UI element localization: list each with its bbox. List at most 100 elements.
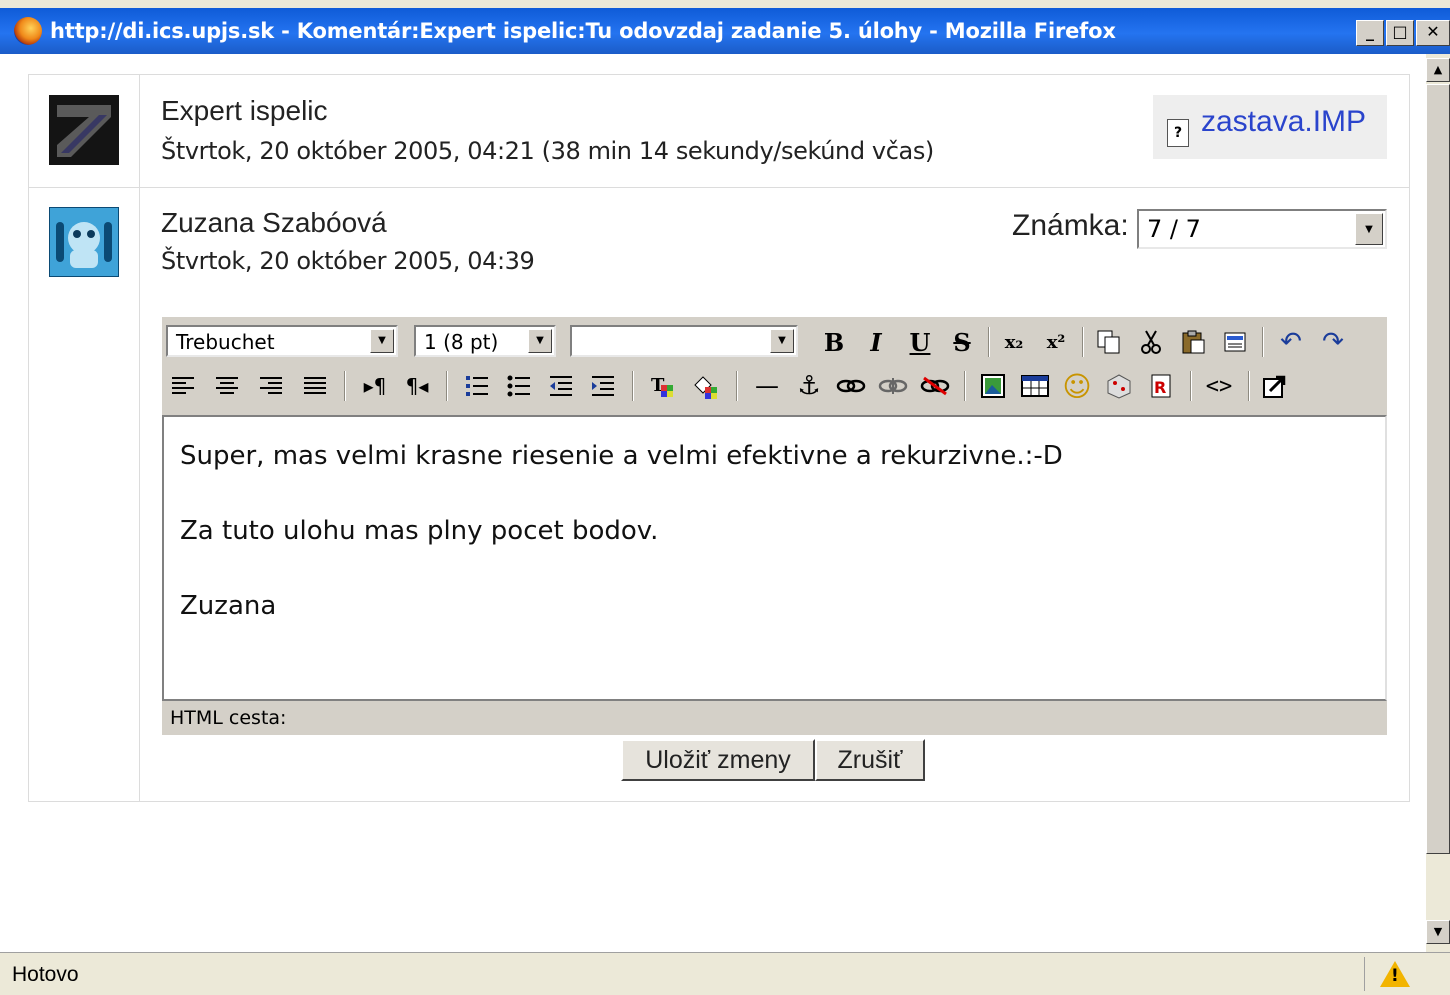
save-button[interactable]: Uložiť zmeny [621,739,815,781]
ltr-icon: ▸¶ [363,374,387,398]
avatar-expert-ispelic[interactable] [49,95,119,165]
text-color-icon: T [651,375,673,397]
redo-button[interactable]: ↷ [1316,325,1350,359]
grade-label: Známka: [1012,209,1129,242]
scrollbar-thumb[interactable] [1426,84,1450,854]
paste-button[interactable] [1176,325,1210,359]
align-center-button[interactable] [210,369,244,403]
align-left-button[interactable] [166,369,200,403]
bold-button[interactable]: B [817,325,851,359]
toolbar-separator [1262,327,1264,357]
unordered-list-button[interactable] [502,369,536,403]
html-source-button[interactable]: <> [1202,369,1236,403]
unknown-file-icon: ? [1167,119,1189,147]
text-color-button[interactable]: T [646,369,680,403]
minimize-button[interactable]: _ [1356,20,1384,46]
rtl-icon: ¶◂ [405,374,429,398]
editor-content-area[interactable]: Super, mas velmi krasne riesenie a velmi… [162,415,1387,701]
chevron-down-icon[interactable]: ▼ [770,329,794,353]
format-select[interactable]: ▼ [570,325,798,357]
nolink-button[interactable] [918,369,952,403]
fullscreen-button[interactable] [1258,369,1292,403]
post-author-name[interactable]: Expert ispelic [161,95,328,127]
search-replace-icon: R [1151,374,1171,398]
scroll-down-icon[interactable]: ▼ [1426,920,1450,944]
paint-bucket-icon [694,376,717,399]
toolbar-separator [1082,327,1084,357]
indent-icon [592,376,614,396]
grade-select[interactable]: 7 / 7 ▼ [1137,209,1387,249]
align-center-icon [216,377,238,394]
align-right-button[interactable] [254,369,288,403]
horizontal-rule-button[interactable]: — [750,369,784,403]
underline-button[interactable]: U [903,325,937,359]
paste-word-icon [1224,332,1246,352]
toolbar-separator [964,371,966,401]
html-path-bar: HTML cesta: [162,701,1387,735]
ordered-list-icon [466,376,488,396]
insert-table-button[interactable] [1018,369,1052,403]
font-select-value: Trebuchet [176,330,275,354]
undo-button[interactable]: ↶ [1274,325,1308,359]
strikethrough-button[interactable]: S [945,325,979,359]
bg-color-button[interactable] [688,369,722,403]
justify-icon [304,377,326,394]
insert-image-button[interactable] [976,369,1010,403]
table-icon [1021,375,1049,397]
justify-button[interactable] [298,369,332,403]
font-select[interactable]: Trebuchet ▼ [166,325,398,357]
attachment-link[interactable]: zastava.IMP [1201,105,1366,139]
size-select[interactable]: 1 (8 pt) ▼ [414,325,556,357]
indent-button[interactable] [586,369,620,403]
maximize-editor-icon [1263,375,1286,398]
comment-date: Štvrtok, 20 október 2005, 04:39 [161,247,535,275]
toolbar-separator [736,371,738,401]
toolbar-separator [632,371,634,401]
subscript-button[interactable]: x₂ [997,325,1031,359]
special-chars-button[interactable] [1102,369,1136,403]
avatar-column [29,75,140,801]
forum-post-table: Expert ispelic Štvrtok, 20 október 2005,… [28,74,1410,802]
attachment-box: ? zastava.IMP [1153,95,1387,159]
status-divider [1364,957,1365,991]
size-select-value: 1 (8 pt) [424,330,499,354]
copy-button[interactable] [1092,325,1126,359]
search-replace-button[interactable]: R [1144,369,1178,403]
cancel-button[interactable]: Zrušiť [815,739,925,781]
cut-button[interactable] [1134,325,1168,359]
status-bar: Hotovo ! [0,952,1450,995]
avatar-image [49,95,119,165]
paste-word-button[interactable] [1218,325,1252,359]
align-left-icon [172,377,194,394]
close-button[interactable]: ✕ [1416,20,1450,46]
toolbar-separator [344,371,346,401]
scissors-icon [1141,330,1161,354]
chevron-down-icon[interactable]: ▼ [1355,213,1383,245]
scroll-up-icon[interactable]: ▲ [1426,58,1450,82]
post-date: Štvrtok, 20 október 2005, 04:21 (38 min … [161,137,934,165]
ordered-list-button[interactable] [460,369,494,403]
warning-icon[interactable]: ! [1380,961,1410,987]
toolbar-separator [1248,371,1250,401]
comment-author-name[interactable]: Zuzana Szabóová [161,207,387,239]
unlink-button[interactable] [876,369,910,403]
insert-link-button[interactable] [834,369,868,403]
smiley-button[interactable]: ☺ [1060,369,1094,403]
outdent-button[interactable] [544,369,578,403]
vertical-scrollbar[interactable]: ▲ ▼ [1426,54,1450,952]
superscript-button[interactable]: x² [1039,325,1073,359]
editor-line: Za tuto ulohu mas plny pocet bodov. [180,516,659,546]
copy-icon [1097,330,1120,354]
italic-button[interactable]: I [859,325,893,359]
toolbar-separator [1190,371,1192,401]
ltr-button[interactable]: ▸¶ [358,369,392,403]
page-content: Expert ispelic Štvrtok, 20 október 2005,… [0,54,1426,952]
row-divider [29,187,1409,188]
chevron-down-icon[interactable]: ▼ [528,329,552,353]
svg-text:R: R [1154,378,1166,397]
maximize-button[interactable]: □ [1386,20,1414,46]
anchor-button[interactable]: ⚓ [792,369,826,403]
avatar-zuzana[interactable] [49,207,119,277]
chevron-down-icon[interactable]: ▼ [370,329,394,353]
rtl-button[interactable]: ¶◂ [400,369,434,403]
